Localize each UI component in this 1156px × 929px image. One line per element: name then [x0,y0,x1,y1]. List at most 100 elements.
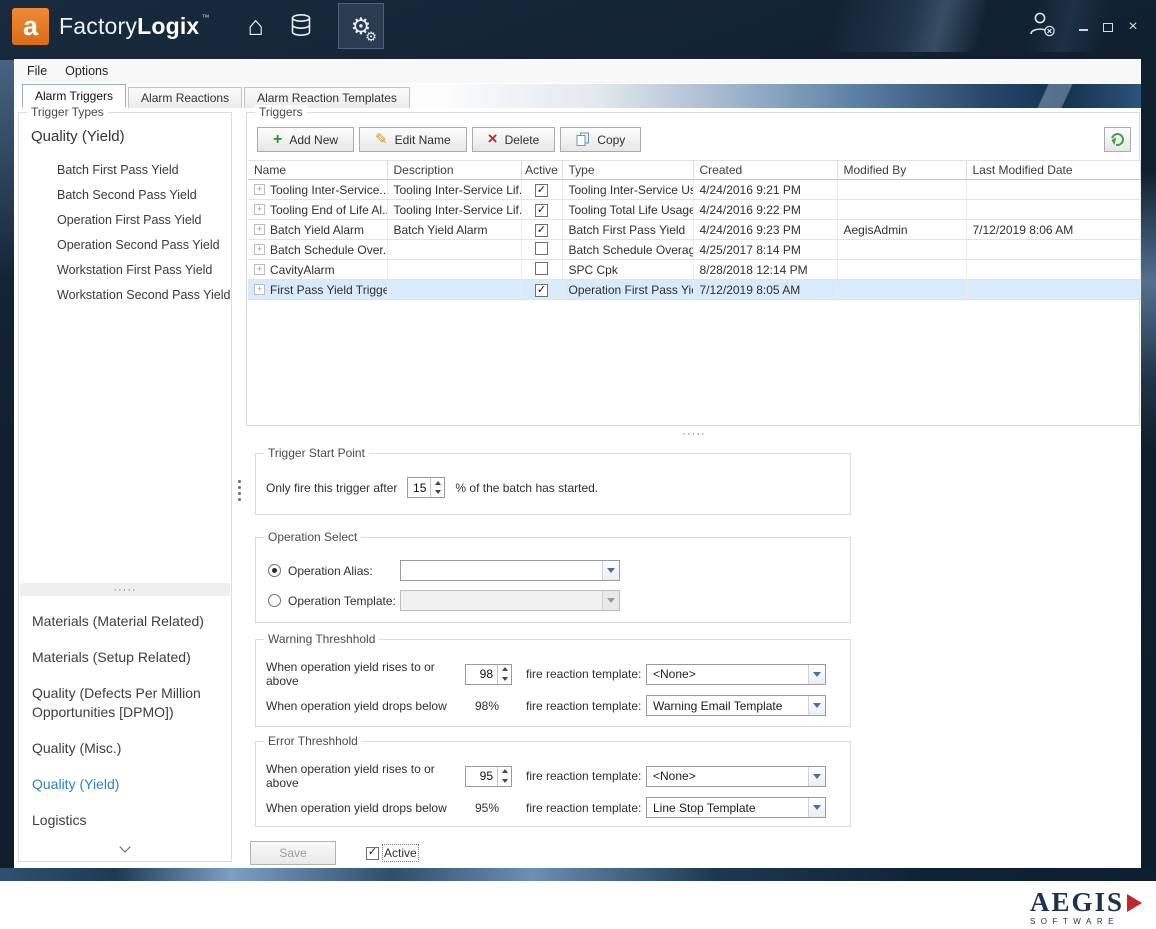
spinner-up-icon[interactable] [498,767,511,777]
error-drops-template-value: Line Stop Template [647,798,808,817]
user-logout-icon[interactable] [1028,10,1056,42]
spinner-down-icon[interactable] [431,488,444,498]
table-row[interactable]: Batch Schedule Over... Batch Schedule Ov… [248,240,1140,260]
yield-subtype-list: Batch First Pass YieldBatch Second Pass … [19,158,231,308]
maximize-button[interactable] [1101,19,1115,33]
dropdown-arrow-icon[interactable] [602,561,619,580]
column-header-name[interactable]: Name [248,161,387,180]
close-button[interactable] [1126,19,1140,33]
add-new-button[interactable]: Add New [257,127,354,152]
cell-type: Batch Schedule Overage [569,243,694,257]
trigger-subtype-item[interactable]: Batch Second Pass Yield [19,183,231,208]
category-item[interactable]: Materials (Material Related) [20,603,230,639]
table-row[interactable]: First Pass Yield Trigger Operation First… [248,280,1140,300]
table-row[interactable]: Batch Yield Alarm Batch Yield Alarm Batc… [248,220,1140,240]
trigger-subtype-item[interactable]: Operation First Pass Yield [19,208,231,233]
delete-button[interactable]: Delete [472,127,556,152]
row-active-checkbox[interactable] [535,184,548,197]
warning-rises-template-combo[interactable]: <None> [646,664,826,685]
column-header-type[interactable]: Type [562,161,693,180]
horizontal-splitter[interactable]: ····· [664,428,724,440]
row-active-checkbox[interactable] [535,224,548,237]
operation-template-radio[interactable] [268,594,281,607]
trigger-subtype-item[interactable]: Operation Second Pass Yield [19,233,231,258]
settings-gear-icon[interactable] [338,3,384,49]
refresh-button[interactable] [1104,127,1131,152]
active-checkbox-bottom[interactable]: Active [366,846,417,860]
dropdown-arrow-icon[interactable] [808,665,825,684]
category-item[interactable]: Materials (Setup Related) [20,639,230,675]
spinner-down-icon[interactable] [498,776,511,786]
error-rises-row: When operation yield rises to or above 9… [256,742,850,790]
dropdown-arrow-icon[interactable] [808,798,825,817]
row-active-checkbox[interactable] [535,262,548,275]
column-header-active[interactable]: Active [521,161,562,180]
edit-pencil-icon [375,133,388,147]
warning-drops-template-combo[interactable]: Warning Email Template [646,695,826,716]
error-rises-value-spinner[interactable]: 95 [465,766,512,787]
active-checkbox-box[interactable] [366,847,379,860]
cell-modified-by: AegisAdmin [844,223,908,237]
menu-item-options[interactable]: Options [56,61,117,81]
row-active-checkbox[interactable] [535,242,548,255]
row-expand-icon[interactable] [254,284,265,295]
row-expand-icon[interactable] [254,264,265,275]
aegis-software-label: SOFTWARE [1030,917,1142,926]
row-expand-icon[interactable] [254,224,265,235]
warning-rises-value-spinner[interactable]: 98 [465,664,512,685]
error-drops-template-combo[interactable]: Line Stop Template [646,797,826,818]
operation-alias-radio[interactable] [268,564,281,577]
operation-alias-row: Operation Alias: [256,538,850,581]
column-header-description[interactable]: Description [387,161,521,180]
tab-alarm-reactions[interactable]: Alarm Reactions [128,87,242,108]
operation-alias-combo[interactable] [400,560,620,581]
error-rises-template-combo[interactable]: <None> [646,766,826,787]
row-expand-icon[interactable] [254,184,265,195]
database-icon[interactable] [290,13,312,39]
window-border-right [1141,170,1156,450]
cell-name: Tooling Inter-Service... [270,183,387,197]
operation-select-legend: Operation Select [264,530,361,544]
trigger-subtype-item[interactable]: Workstation Second Pass Yield [19,283,231,308]
minimize-button[interactable] [1076,19,1090,33]
trigger-subtype-item[interactable]: Workstation First Pass Yield [19,258,231,283]
row-active-checkbox[interactable] [535,204,548,217]
spinner-up-icon[interactable] [498,665,511,675]
table-row[interactable]: Tooling Inter-Service... Tooling Inter-S… [248,180,1140,200]
dropdown-arrow-icon[interactable] [808,767,825,786]
sidebar-splitter[interactable] [20,583,230,596]
column-header-modified-by[interactable]: Modified By [837,161,966,180]
category-item[interactable]: Quality (Yield) [20,766,230,802]
cell-created: 4/24/2016 9:23 PM [700,223,801,237]
cell-last-modified-date: 7/12/2019 8:06 AM [973,223,1074,237]
category-item[interactable]: Quality (Misc.) [20,730,230,766]
save-button[interactable]: Save [250,841,336,865]
spinner-up-icon[interactable] [431,478,444,488]
column-header-created[interactable]: Created [693,161,837,180]
dropdown-arrow-icon[interactable] [808,696,825,715]
table-row[interactable]: CavityAlarm SPC Cpk 8/28/2018 12:14 PM [248,260,1140,280]
category-item[interactable]: Quality (Defects Per Million Opportuniti… [20,675,230,729]
row-expand-icon[interactable] [254,244,265,255]
operation-template-combo[interactable] [400,590,620,611]
cell-description: Tooling Inter-Service Lif... [394,203,522,217]
scroll-down-chevron-icon[interactable] [119,841,130,852]
menu-item-file[interactable]: File [18,61,56,81]
row-active-checkbox[interactable] [535,284,548,297]
error-drops-row: When operation yield drops below 95% fir… [256,797,850,818]
row-expand-icon[interactable] [254,204,265,215]
trigger-subtype-item[interactable]: Batch First Pass Yield [19,158,231,183]
category-item[interactable]: Logistics [20,802,230,838]
copy-button[interactable]: Copy [560,127,641,152]
column-header-last-modified-date[interactable]: Last Modified Date [966,161,1140,180]
titlebar-nav-icons [248,0,384,52]
error-drops-percent-label: 95% [462,801,512,815]
edit-name-label: Edit Name [395,133,451,147]
start-percent-spinner[interactable]: 15 [407,477,445,498]
edit-name-button[interactable]: Edit Name [359,127,467,152]
home-icon[interactable] [248,11,264,42]
table-row[interactable]: Tooling End of Life Al... Tooling Inter-… [248,200,1140,220]
vertical-splitter-handle[interactable] [238,480,241,483]
cell-name: CavityAlarm [270,263,335,277]
spinner-down-icon[interactable] [498,674,511,684]
